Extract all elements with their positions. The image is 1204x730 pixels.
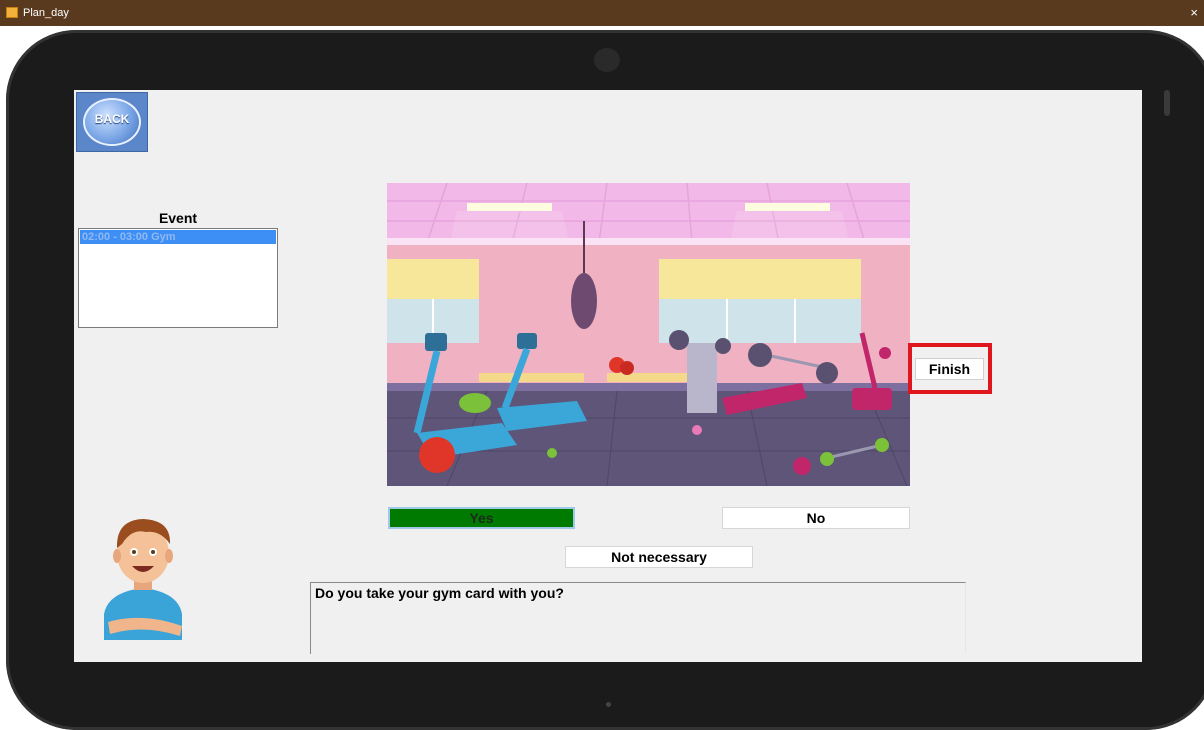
app-screen: BACK Event 02:00 - 03:00 Gym Yes No Not … [74,90,1142,662]
app-icon [6,7,18,18]
camera-icon [594,48,620,72]
window-title: Plan_day [23,7,69,19]
yes-button[interactable]: Yes [388,507,575,529]
tablet-side-button [1164,90,1170,116]
no-button[interactable]: No [722,507,910,529]
event-list-item[interactable]: 02:00 - 03:00 Gym [80,230,276,244]
avatar [104,519,182,640]
finish-button[interactable]: Finish [915,358,984,380]
close-icon[interactable]: × [1190,5,1198,20]
tablet-bottom-dot [606,702,611,707]
event-list[interactable]: 02:00 - 03:00 Gym [78,228,278,328]
question-textbox: Do you take your gym card with you? [310,582,966,654]
not-necessary-button[interactable]: Not necessary [565,546,753,568]
gym-scene-image [387,183,910,486]
back-button[interactable]: BACK [76,92,148,152]
back-button-label: BACK [94,112,130,126]
window-titlebar: Plan_day × [0,0,1204,26]
event-label: Event [158,210,198,226]
